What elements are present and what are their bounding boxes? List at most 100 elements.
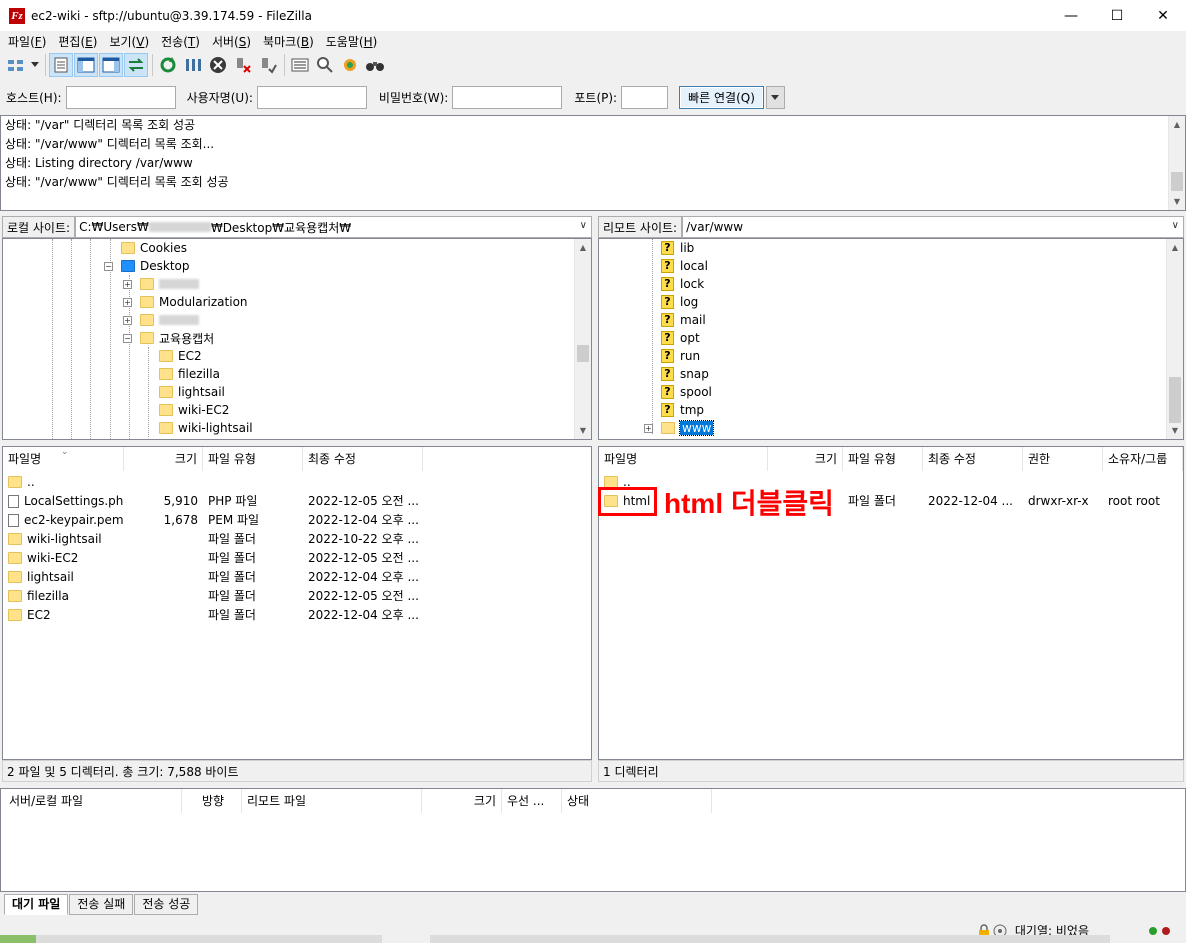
close-button[interactable]: ✕ [1140, 0, 1186, 31]
scroll-thumb[interactable] [1169, 377, 1181, 423]
scroll-up-icon[interactable]: ▲ [575, 239, 591, 256]
scroll-down-icon[interactable]: ▼ [1167, 422, 1183, 439]
menu-f[interactable]: 파일(F) [2, 33, 52, 50]
tree-item[interactable]: ? opt [661, 329, 700, 347]
quickconnect-button[interactable]: 빠른 연결(Q) [679, 85, 764, 109]
column-size[interactable]: 크기 [124, 447, 203, 471]
horizontal-scrollbar[interactable] [430, 935, 1110, 943]
expand-icon[interactable]: + [123, 315, 132, 325]
menu-v[interactable]: 보기(V) [103, 33, 155, 50]
column-queue-size[interactable]: 크기 [422, 789, 502, 813]
menu-b[interactable]: 북마크(B) [257, 33, 320, 50]
table-row[interactable]: wiki-lightsail 파일 폴더 2022-10-22 오후 ... [3, 529, 423, 548]
site-manager-dropdown-icon[interactable] [29, 53, 41, 77]
local-tree-scrollbar[interactable]: ▲ ▼ [574, 239, 591, 439]
reconnect-icon[interactable] [256, 53, 280, 77]
site-manager-icon[interactable] [4, 53, 28, 77]
tree-item[interactable]: lightsail [159, 383, 225, 401]
table-row[interactable]: filezilla 파일 폴더 2022-12-05 오전 ... [3, 586, 423, 605]
table-row[interactable]: ec2-keypair.pem 1,678 PEM 파일 2022-12-04 오후 … [3, 510, 423, 529]
tree-item[interactable]: ? snap [661, 365, 709, 383]
port-input[interactable] [621, 85, 669, 109]
message-log[interactable]: 상태: "/var" 디렉터리 목록 조회 성공 상태: "/var/www" … [0, 115, 1186, 211]
tree-item[interactable]: ? spool [661, 383, 712, 401]
table-row[interactable]: LocalSettings.php 5,910 PHP 파일 2022-12-05 오… [3, 491, 423, 510]
maximize-button[interactable]: ☐ [1094, 0, 1140, 31]
table-row[interactable]: wiki-EC2 파일 폴더 2022-12-05 오전 ... [3, 548, 423, 567]
tree-item[interactable]: EC2 [159, 347, 202, 365]
table-row[interactable]: lightsail 파일 폴더 2022-12-04 오후 ... [3, 567, 423, 586]
chevron-down-icon[interactable]: ∨ [580, 220, 587, 231]
cancel-operation-icon[interactable] [206, 53, 230, 77]
chevron-down-icon[interactable]: ∨ [1172, 220, 1179, 231]
quickconnect-history-chevron-icon[interactable] [765, 85, 785, 109]
local-file-list[interactable]: 파일명 크기 파일 유형 최종 수정 ⌄ .. LocalSettings.php… [2, 446, 592, 760]
expand-icon[interactable]: + [123, 279, 132, 289]
table-row[interactable]: .. [3, 472, 423, 491]
tree-item[interactable]: ? tmp [661, 401, 704, 419]
column-size[interactable]: 크기 [768, 447, 843, 471]
tree-item[interactable]: filezilla [159, 365, 220, 383]
remote-directory-tree[interactable]: ▲ ▼ ? lib? local? lock? log? mail? opt? run? sna… [598, 238, 1184, 440]
column-local-file[interactable]: 서버/로컬 파일 [1, 789, 182, 813]
remote-path-input[interactable]: /var/www ∨ [682, 216, 1184, 238]
column-type[interactable]: 파일 유형 [203, 447, 303, 471]
collapse-icon[interactable]: − [123, 333, 132, 343]
tree-item[interactable]: ? run [661, 347, 700, 365]
column-queue-status[interactable]: 상태 [562, 789, 712, 813]
tree-item[interactable]: ? mail [661, 311, 706, 329]
toggle-remote-tree-icon[interactable] [99, 53, 123, 77]
scroll-down-icon[interactable]: ▼ [575, 422, 591, 439]
log-scrollbar[interactable]: ▲ ▼ [1168, 116, 1185, 210]
scroll-thumb[interactable] [1171, 172, 1183, 191]
tree-item[interactable]: + [123, 311, 199, 329]
transfer-queue[interactable]: 서버/로컬 파일 방향 리모트 파일 크기 우선 ... 상태 [0, 788, 1186, 892]
toggle-queue-icon[interactable] [124, 53, 148, 77]
column-direction[interactable]: 방향 [182, 789, 242, 813]
process-queue-icon[interactable] [181, 53, 205, 77]
collapse-icon[interactable]: − [104, 261, 113, 271]
scroll-up-icon[interactable]: ▲ [1169, 116, 1185, 133]
scroll-thumb[interactable] [577, 345, 589, 362]
tree-item[interactable]: ? lock [661, 275, 704, 293]
sync-browse-icon[interactable] [338, 53, 362, 77]
tree-item[interactable]: wiki-lightsail [159, 419, 253, 437]
expand-icon[interactable]: + [644, 423, 653, 433]
column-owner[interactable]: 소유자/그룹 [1103, 447, 1183, 471]
tab-failed-transfers[interactable]: 전송 실패 [69, 894, 134, 915]
toggle-local-tree-icon[interactable] [74, 53, 98, 77]
local-path-input[interactable]: C:₩Users₩ ₩Desktop₩교육용캡처₩ ∨ [75, 216, 592, 238]
column-priority[interactable]: 우선 ... [502, 789, 562, 813]
tree-item[interactable]: − 교육용캡처 [123, 329, 214, 347]
username-input[interactable] [256, 85, 367, 109]
compare-dirs-icon[interactable] [313, 53, 337, 77]
horizontal-scrollbar[interactable] [36, 935, 382, 943]
filter-icon[interactable] [288, 53, 312, 77]
menu-t[interactable]: 전송(T) [155, 33, 206, 50]
scroll-down-icon[interactable]: ▼ [1169, 193, 1185, 210]
tab-successful-transfers[interactable]: 전송 성공 [134, 894, 199, 915]
disconnect-icon[interactable] [231, 53, 255, 77]
column-modified[interactable]: 최종 수정 [303, 447, 423, 471]
host-input[interactable] [65, 85, 176, 109]
toggle-log-icon[interactable] [49, 53, 73, 77]
refresh-icon[interactable] [156, 53, 180, 77]
minimize-button[interactable]: — [1048, 0, 1094, 31]
tree-item[interactable]: Cookies [121, 239, 187, 257]
tree-item[interactable]: + [123, 275, 199, 293]
local-directory-tree[interactable]: ▲ ▼ Cookies − Desktop + + Modularization + − 교육용… [2, 238, 592, 440]
tree-item[interactable]: ? local [661, 257, 708, 275]
tree-item[interactable]: + Modularization [123, 293, 248, 311]
expand-icon[interactable]: + [123, 297, 132, 307]
column-modified[interactable]: 최종 수정 [923, 447, 1023, 471]
tab-queued-files[interactable]: 대기 파일 [4, 894, 69, 915]
tree-item[interactable]: wiki-EC2 [159, 401, 229, 419]
remote-tree-scrollbar[interactable]: ▲ ▼ [1166, 239, 1183, 439]
column-remote-file[interactable]: 리모트 파일 [242, 789, 422, 813]
password-input[interactable] [452, 85, 563, 109]
column-permissions[interactable]: 권한 [1023, 447, 1103, 471]
search-binoculars-icon[interactable] [363, 53, 387, 77]
menu-h[interactable]: 도움말(H) [320, 33, 384, 50]
scroll-up-icon[interactable]: ▲ [1167, 239, 1183, 256]
table-row[interactable]: EC2 파일 폴더 2022-12-04 오후 ... [3, 605, 423, 624]
